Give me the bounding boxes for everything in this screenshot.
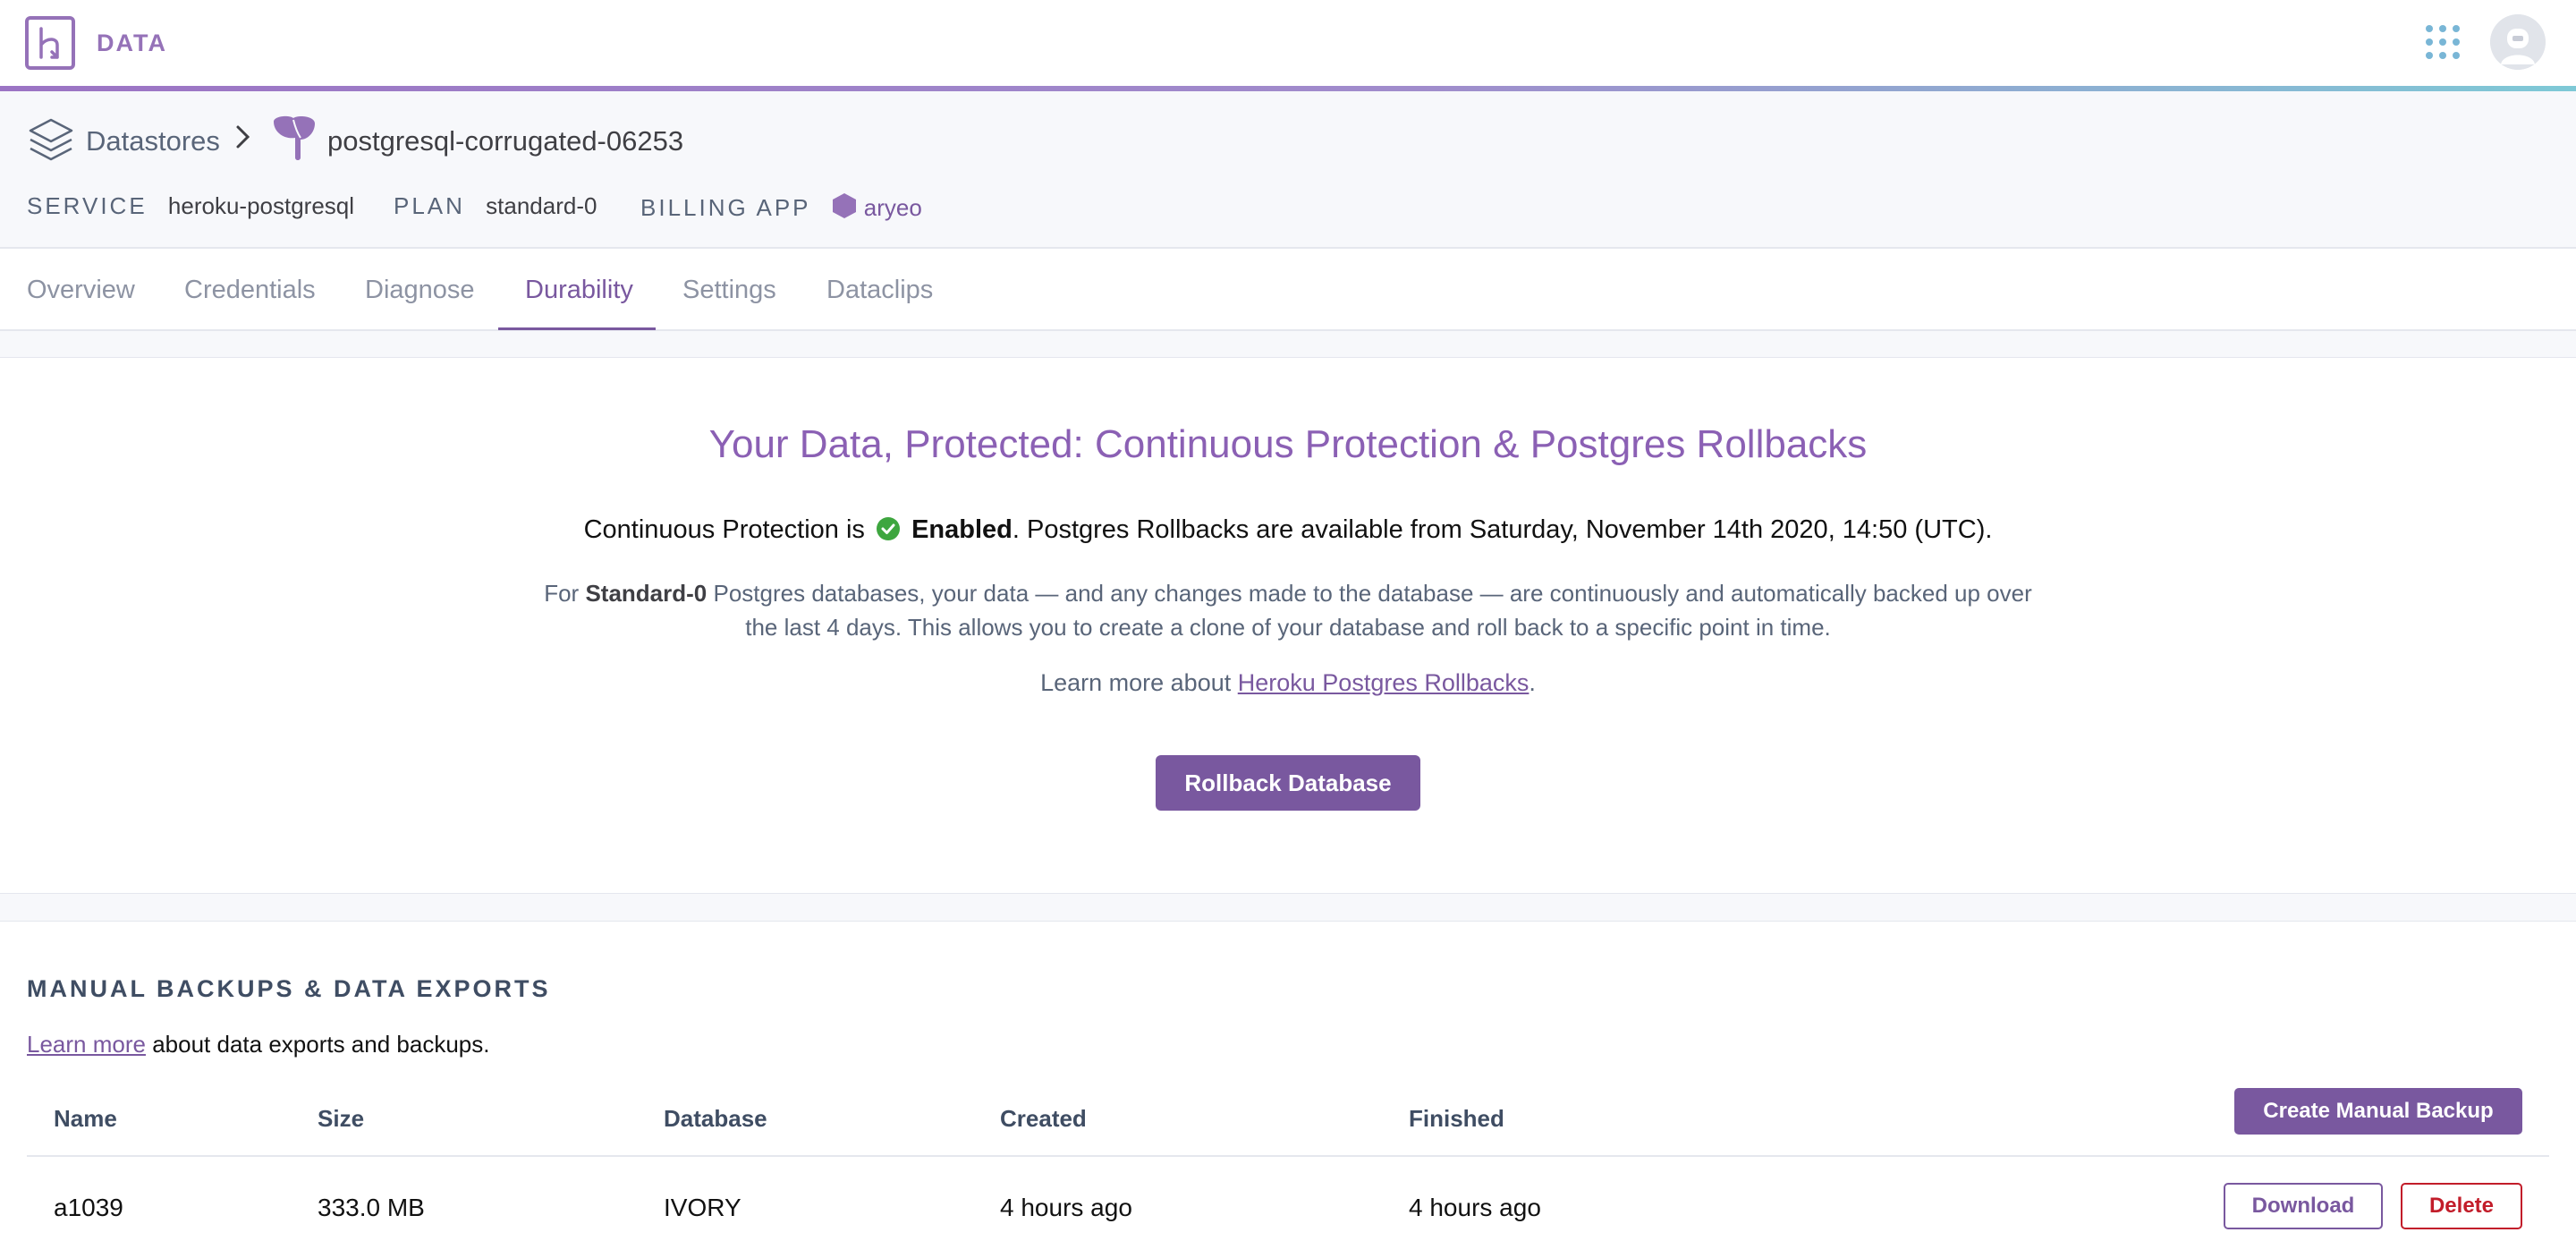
- column-header-created: Created: [1000, 1105, 1087, 1132]
- billing-meta: BILLING APP aryeo: [640, 192, 922, 222]
- billing-app-name[interactable]: aryeo: [864, 194, 922, 221]
- protection-status: Continuous Protection is Enabled. Postgr…: [0, 515, 2576, 545]
- status-value: Enabled: [911, 515, 1013, 544]
- section-divider: [0, 331, 2576, 358]
- plan-meta: PLAN standard-0: [394, 192, 597, 220]
- backup-name: a1039: [54, 1194, 123, 1221]
- desc-prefix: For: [544, 580, 580, 607]
- backups-docs-link[interactable]: Learn more: [27, 1031, 146, 1058]
- learn-prefix: Learn more about: [1040, 669, 1232, 696]
- rollbacks-docs-link[interactable]: Heroku Postgres Rollbacks: [1238, 669, 1530, 696]
- check-circle-icon: [877, 517, 900, 540]
- tab-dataclips[interactable]: Dataclips: [826, 276, 933, 305]
- backup-finished: 4 hours ago: [1409, 1194, 1541, 1221]
- datastores-stack-icon: [29, 118, 73, 161]
- delete-backup-button[interactable]: Delete: [2401, 1183, 2522, 1229]
- continuous-protection-panel: Your Data, Protected: Continuous Protect…: [0, 358, 2576, 893]
- plan-value: standard-0: [486, 192, 597, 219]
- create-manual-backup-button[interactable]: Create Manual Backup: [2234, 1088, 2522, 1135]
- status-suffix: . Postgres Rollbacks are available from …: [1012, 515, 1993, 544]
- column-header-name: Name: [54, 1105, 117, 1132]
- billing-label: BILLING APP: [640, 194, 811, 221]
- top-bar: DATA: [0, 0, 2576, 86]
- tab-overview[interactable]: Overview: [27, 276, 135, 305]
- manual-backups-section: MANUAL BACKUPS & DATA EXPORTS Learn more…: [0, 922, 2576, 1258]
- protection-description: For Standard-0 Postgres databases, your …: [528, 576, 2048, 644]
- tab-bar: Overview Credentials Diagnose Durability…: [0, 249, 2576, 331]
- desc-rest: Postgres databases, your data — and any …: [713, 580, 2032, 641]
- tab-durability[interactable]: Durability: [525, 276, 633, 305]
- plan-label: PLAN: [394, 192, 465, 219]
- chevron-right-icon: [236, 125, 250, 149]
- apps-grid-icon[interactable]: [2426, 25, 2460, 59]
- backup-created: 4 hours ago: [1000, 1194, 1132, 1221]
- table-header-divider: [27, 1155, 2549, 1157]
- backup-database: IVORY: [664, 1194, 741, 1221]
- avatar-icon[interactable]: [2490, 14, 2546, 70]
- download-backup-button[interactable]: Download: [2224, 1183, 2383, 1229]
- backups-learn-more: Learn more about data exports and backup…: [27, 1031, 489, 1058]
- heroku-logo-icon[interactable]: [25, 16, 75, 70]
- resource-header: Datastores postgresql-corrugated-06253 S…: [0, 91, 2576, 249]
- app-hexagon-icon: [832, 193, 856, 218]
- rollbacks-learn-more: Learn more about Heroku Postgres Rollbac…: [0, 669, 2576, 697]
- backup-size: 333.0 MB: [318, 1194, 425, 1221]
- billing-app-link[interactable]: aryeo: [832, 193, 922, 221]
- page-title: Your Data, Protected: Continuous Protect…: [708, 422, 1868, 466]
- breadcrumb-datastores[interactable]: Datastores: [86, 125, 220, 157]
- status-prefix: Continuous Protection is: [583, 515, 865, 544]
- tab-diagnose[interactable]: Diagnose: [365, 276, 475, 305]
- app-brand[interactable]: DATA: [97, 30, 167, 57]
- desc-plan: Standard-0: [585, 580, 708, 607]
- rollback-database-button[interactable]: Rollback Database: [1156, 755, 1420, 811]
- column-header-database: Database: [664, 1105, 767, 1132]
- service-value: heroku-postgresql: [167, 192, 355, 219]
- postgres-elephant-icon: [274, 115, 315, 160]
- tab-credentials[interactable]: Credentials: [184, 276, 316, 305]
- backups-learn-rest: about data exports and backups.: [152, 1031, 490, 1058]
- service-label: SERVICE: [27, 192, 148, 219]
- section-title: MANUAL BACKUPS & DATA EXPORTS: [27, 975, 551, 1002]
- column-header-size: Size: [318, 1105, 365, 1132]
- tab-settings[interactable]: Settings: [682, 276, 776, 305]
- active-tab-indicator: [498, 327, 656, 330]
- service-meta: SERVICE heroku-postgresql: [27, 192, 354, 220]
- section-divider: [0, 893, 2576, 922]
- column-header-finished: Finished: [1409, 1105, 1504, 1132]
- breadcrumb-current: postgresql-corrugated-06253: [327, 125, 684, 157]
- learn-suffix: .: [1529, 669, 1536, 696]
